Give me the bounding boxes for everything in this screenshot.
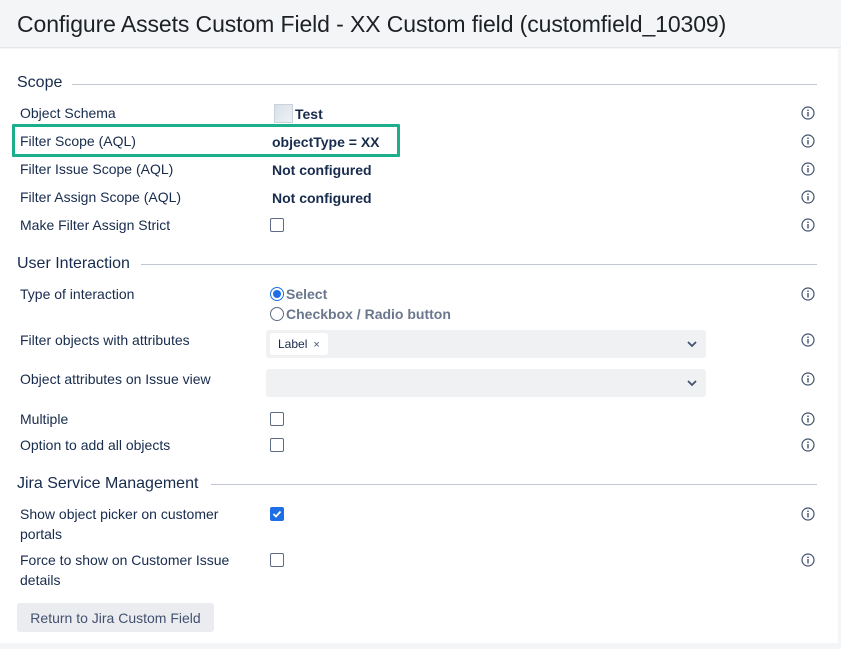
multiple-label: Multiple (20, 411, 69, 427)
schema-icon (274, 104, 293, 123)
info-icon[interactable] (801, 412, 815, 426)
attribute-tag-label: Label (278, 337, 308, 351)
section-title-jsm: Jira Service Management (17, 475, 199, 492)
make-filter-assign-strict-label: Make Filter Assign Strict (20, 217, 171, 233)
filter-issue-scope-value: Not configured (272, 162, 372, 178)
info-icon[interactable] (801, 162, 815, 176)
section-title-scope: Scope (17, 74, 63, 91)
info-icon[interactable] (801, 190, 815, 204)
page-header: Configure Assets Custom Field - XX Custo… (0, 0, 841, 48)
multiple-checkbox[interactable] (270, 412, 284, 426)
object-schema-label: Object Schema (20, 105, 116, 121)
option-add-all-label: Option to add all objects (20, 437, 171, 453)
show-picker-label-line2: portals (20, 526, 63, 542)
type-of-interaction-label: Type of interaction (20, 286, 135, 302)
filter-objects-attributes-label: Filter objects with attributes (20, 332, 190, 348)
radio-select[interactable] (270, 287, 284, 301)
info-icon[interactable] (801, 218, 815, 232)
filter-assign-scope-value: Not configured (272, 190, 372, 206)
info-icon[interactable] (801, 372, 815, 386)
highlight-box (12, 124, 400, 157)
section-divider (72, 84, 817, 85)
show-picker-checkbox[interactable] (270, 507, 284, 521)
chevron-down-icon (687, 341, 697, 348)
radio-checkbox-radio-button[interactable] (270, 307, 284, 321)
section-divider (141, 264, 817, 265)
radio-checkbox-radio-button-label[interactable]: Checkbox / Radio button (286, 305, 451, 323)
section-title-user-interaction: User Interaction (17, 255, 130, 272)
info-icon[interactable] (801, 553, 815, 567)
filter-objects-attributes-select[interactable] (266, 330, 706, 358)
show-picker-label-line1: Show object picker on customer (20, 506, 219, 522)
info-icon[interactable] (801, 438, 815, 452)
checkmark-icon (272, 510, 282, 518)
info-icon[interactable] (801, 507, 815, 521)
object-attributes-issue-view-label: Object attributes on Issue view (20, 371, 211, 387)
chevron-down-icon (687, 380, 697, 387)
tag-remove-icon[interactable]: × (313, 339, 319, 351)
info-icon[interactable] (801, 106, 815, 120)
section-divider (211, 484, 817, 485)
option-add-all-checkbox[interactable] (270, 438, 284, 452)
radio-select-label[interactable]: Select (286, 285, 327, 303)
info-icon[interactable] (801, 134, 815, 148)
object-attributes-issue-view-select[interactable] (266, 369, 706, 397)
object-schema-link[interactable]: Test (295, 104, 323, 124)
force-show-label-line2: details (20, 572, 61, 588)
force-show-checkbox[interactable] (270, 553, 284, 567)
filter-issue-scope-label: Filter Issue Scope (AQL) (20, 161, 174, 177)
filter-assign-scope-label: Filter Assign Scope (AQL) (20, 189, 182, 205)
info-icon[interactable] (801, 287, 815, 301)
return-to-jira-button[interactable]: Return to Jira Custom Field (17, 603, 214, 632)
force-show-label-line1: Force to show on Customer Issue (20, 552, 230, 568)
make-filter-assign-strict-checkbox[interactable] (270, 218, 284, 232)
attribute-tag[interactable]: Label × (270, 333, 328, 355)
page-title: Configure Assets Custom Field - XX Custo… (17, 11, 727, 37)
info-icon[interactable] (801, 333, 815, 347)
